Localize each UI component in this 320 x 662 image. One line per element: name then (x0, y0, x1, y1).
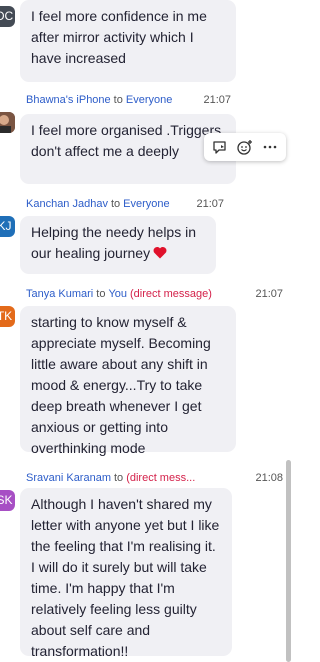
direct-message-label: (direct mess... (126, 472, 196, 484)
add-reaction-icon (237, 140, 252, 155)
chat-scrollbar[interactable] (286, 460, 291, 662)
message-bubble[interactable]: Although I haven't shared my letter with… (20, 488, 232, 659)
message-text: I feel more confidence in me after mirro… (31, 8, 207, 66)
sender-name[interactable]: Kanchan Jadhav (26, 198, 108, 210)
avatar-initials: DC (0, 9, 14, 23)
direct-message-label: (direct message) (130, 288, 212, 300)
avatar-initials: KJ (0, 219, 12, 233)
timestamp: 21:08 (255, 472, 283, 484)
chat-message: TK Tanya Kumari to You (direct message) … (0, 286, 283, 456)
connector-text: to (96, 288, 106, 300)
chat-message: DC I feel more confidence in me after mi… (0, 0, 283, 85)
message-header: Bhawna's iPhone to Everyone (26, 94, 172, 106)
profile-photo (0, 112, 15, 133)
connector-text: to (113, 94, 123, 106)
avatar[interactable]: DC (0, 6, 15, 27)
heart-emoji-icon (153, 247, 167, 259)
avatar-initials: TK (0, 309, 13, 323)
connector-text: to (114, 472, 124, 484)
recipient-name[interactable]: You (108, 288, 127, 300)
more-button[interactable] (260, 137, 280, 157)
message-text: Although I haven't shared my letter with… (31, 496, 220, 659)
timestamp: 21:07 (196, 198, 224, 210)
recipient-name[interactable]: Everyone (123, 198, 169, 210)
avatar[interactable]: KJ (0, 216, 15, 237)
sender-name[interactable]: Sravani Karanam (26, 472, 111, 484)
reply-button[interactable] (210, 137, 230, 157)
message-header: Kanchan Jadhav to Everyone (26, 198, 170, 210)
more-icon (263, 145, 276, 149)
sender-name[interactable]: Bhawna's iPhone (26, 94, 111, 106)
avatar[interactable] (0, 112, 15, 133)
message-action-toolbar (204, 133, 286, 161)
message-text: Helping the needy helps in our healing j… (31, 224, 197, 261)
timestamp: 21:07 (255, 288, 283, 300)
message-bubble[interactable]: Helping the needy helps in our healing j… (20, 216, 216, 274)
message-bubble[interactable]: I feel more confidence in me after mirro… (20, 0, 236, 82)
recipient-name[interactable]: Everyone (126, 94, 172, 106)
message-header: Tanya Kumari to You (direct message) (26, 288, 212, 300)
sender-name[interactable]: Tanya Kumari (26, 288, 93, 300)
avatar[interactable]: TK (0, 306, 15, 327)
reply-icon (213, 141, 226, 154)
message-text: starting to know myself & appreciate mys… (31, 314, 211, 456)
timestamp: 21:07 (203, 94, 231, 106)
avatar[interactable]: SK (0, 490, 15, 511)
connector-text: to (110, 198, 121, 210)
message-bubble[interactable]: starting to know myself & appreciate mys… (20, 306, 236, 456)
chat-message: SK Sravani Karanam to (direct mess... 21… (0, 470, 283, 662)
avatar-initials: SK (0, 493, 13, 507)
message-header: Sravani Karanam to (direct mess... (26, 472, 195, 484)
add-reaction-button[interactable] (235, 137, 255, 157)
message-text: I feel more organised .Triggers don't af… (31, 122, 222, 159)
chat-message: KJ Kanchan Jadhav to Everyone 21:07 Help… (0, 196, 283, 276)
